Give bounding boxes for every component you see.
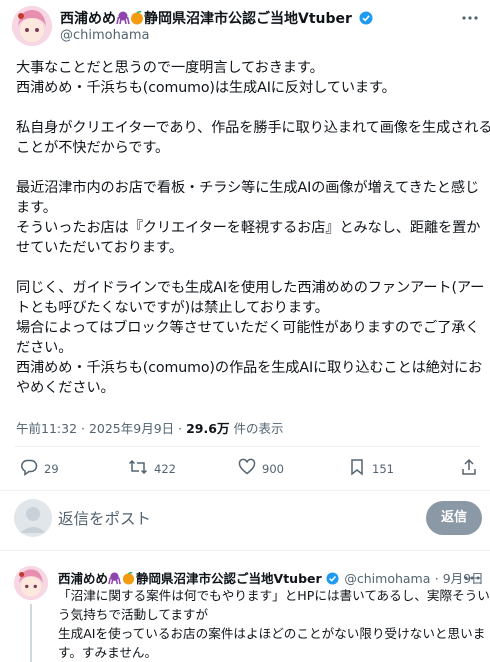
tweet-body-line: 最近沼津市内のお店で看板・チラシ等に生成AIの画像が増えてきたと感じ	[16, 180, 480, 196]
tweet-body-line: ます。	[16, 200, 57, 216]
octopus-emoji-icon	[108, 572, 122, 586]
tweet-body-line: やめください。	[16, 380, 115, 396]
tweet-body-line: 西浦めめ・千浜ちも(comumo)の作品を生成AIに取り込むことは絶対にお	[16, 360, 483, 376]
reply-body-line: う気持ちで活動してますが	[58, 607, 209, 622]
reply-button[interactable]: 返信	[426, 501, 482, 535]
verified-badge-icon	[359, 11, 373, 25]
tweet-body-line: トとも呼びたくないですが)は禁止しております。	[16, 300, 329, 316]
divider	[0, 490, 490, 491]
like-count: 900	[262, 461, 284, 476]
tweet-body-line	[16, 258, 482, 278]
tweet-body-line	[16, 98, 482, 118]
reply-body-line: 生成AIを使っているお店の案件はよほどのことがない限り受けないと思いま	[58, 626, 486, 641]
orange-emoji-icon	[122, 571, 136, 586]
reply-handle[interactable]: @chimohama	[344, 571, 430, 586]
retweet-action[interactable]: 422	[128, 458, 176, 479]
tweet-body: 大事なことだと思うので一度明言しておきます。 西浦めめ・千浜ちも(comumo)…	[16, 58, 490, 398]
divider	[0, 550, 490, 551]
more-dots-icon[interactable]	[462, 570, 482, 584]
tweet-body-line: 大事なことだと思うので一度明言しておきます。	[16, 60, 324, 76]
meta-separator: ·	[178, 421, 187, 436]
heart-icon	[238, 458, 256, 479]
views-label: 件の表示	[233, 421, 284, 436]
tweet-body-line: 私自身がクリエイターであり、作品を勝手に取り込まれて画像を生成される	[16, 120, 490, 136]
like-action[interactable]: 900	[238, 458, 284, 479]
reply-author-name[interactable]: 西浦めめ	[58, 571, 108, 586]
orange-emoji-icon	[130, 10, 144, 25]
tweet-body-line: せていただいております。	[16, 240, 183, 256]
author-suffix[interactable]: 静岡県沼津市公認ご当地Vtuber	[144, 11, 352, 27]
octopus-emoji-icon	[116, 11, 130, 25]
views-count: 29.6万	[186, 421, 230, 436]
bookmark-icon	[348, 458, 366, 479]
tweet-body-line	[16, 158, 482, 178]
tweet-meta: 午前11:32 · 2025年9月9日 · 29.6万 件の表示	[16, 418, 283, 437]
reply-count: 29	[44, 461, 59, 476]
more-dots-icon[interactable]	[460, 10, 480, 26]
tweet-body-line: ことが不快だからです。	[16, 140, 170, 156]
thread-line	[30, 604, 32, 662]
verified-badge-icon	[326, 572, 340, 586]
reply-body-line: す。すみません。	[58, 645, 158, 660]
author-name[interactable]: 西浦めめ	[60, 11, 116, 27]
share-icon[interactable]	[460, 458, 478, 480]
user-avatar[interactable]	[14, 499, 52, 537]
tweet-body-line: 西浦めめ・千浜ちも(comumo)は生成AIに反対しています。	[16, 80, 396, 96]
reply-action[interactable]: 29	[20, 458, 59, 479]
bookmark-action[interactable]: 151	[348, 458, 394, 479]
reply-body: 「沼津に関する案件は何でもやります」とHPには書いてあるし、実際そうい う気持ち…	[58, 586, 490, 662]
tweet-body-line: そういったお店は『クリエイターを軽視するお店』とみなし、距離を置か	[16, 220, 481, 236]
tweet-body-line: ださい。	[16, 340, 73, 356]
reply-body-line: 「沼津に関する案件は何でもやります」とHPには書いてあるし、実際そうい	[58, 588, 490, 603]
retweet-icon	[128, 458, 148, 479]
bookmark-count: 151	[372, 461, 394, 476]
reply-author-suffix[interactable]: 静岡県沼津市公認ご当地Vtuber	[136, 571, 322, 586]
tweet-timestamp[interactable]: 午前11:32 · 2025年9月9日	[16, 421, 174, 436]
author-name-row[interactable]: 西浦めめ 静岡県沼津市公認ご当地Vtuber	[60, 8, 373, 28]
reply-author-avatar[interactable]	[14, 566, 48, 600]
reply-author-row[interactable]: 西浦めめ 静岡県沼津市公認ご当地Vtuber @chimohama · 9月9日	[58, 568, 484, 587]
retweet-count: 422	[154, 461, 176, 476]
reply-icon	[20, 458, 38, 479]
author-avatar[interactable]	[12, 6, 52, 46]
reply-input[interactable]: 返信をポスト	[58, 507, 151, 529]
tweet-body-line: 同じく、ガイドラインでも生成AIを使用した西浦めめのファンアート(アー	[16, 280, 485, 296]
author-handle[interactable]: @chimohama	[60, 28, 149, 43]
divider	[14, 446, 480, 447]
tweet-body-line: 場合によってはブロック等させていただく可能性がありますのでご了承く	[16, 320, 480, 336]
